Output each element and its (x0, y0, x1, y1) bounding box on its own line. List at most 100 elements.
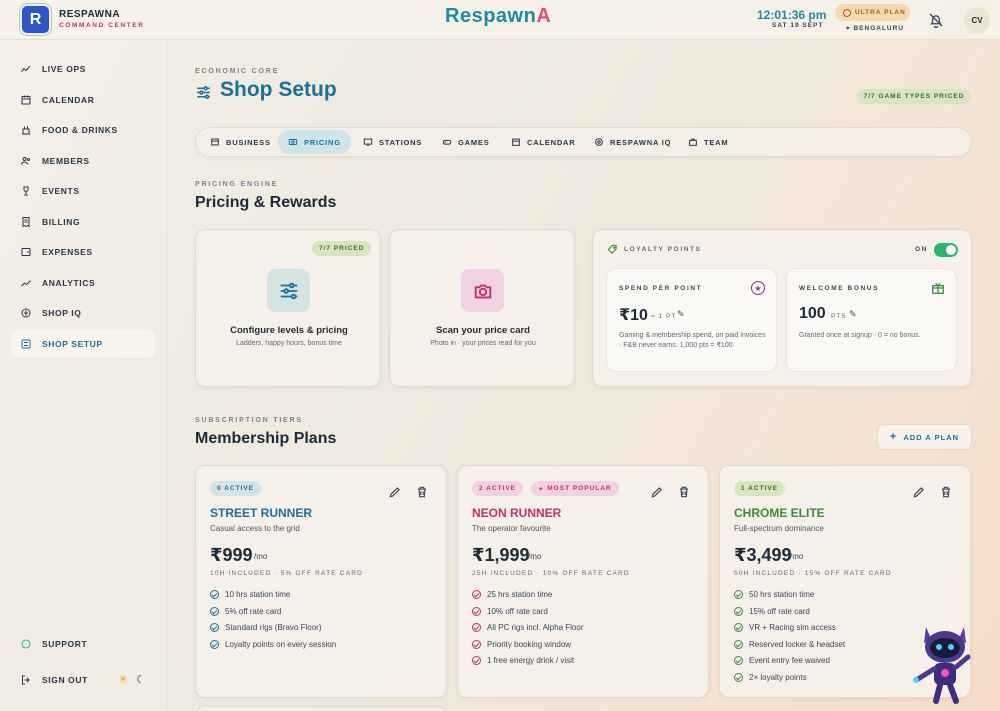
sidebar-sign-out[interactable]: SIGN OUT (11, 666, 111, 694)
trash-icon[interactable] (677, 485, 691, 499)
edit-pencil-icon[interactable]: ✎ (849, 309, 857, 320)
location: ⌖ BENGALURU (846, 25, 904, 32)
sidebar-item-members[interactable]: MEMBERS (11, 147, 155, 175)
add-plan-button[interactable]: + ADD A PLAN (877, 424, 972, 450)
levels-title: Configure levels & pricing (230, 325, 348, 336)
edit-icon[interactable] (650, 485, 664, 499)
plan-price: ₹999 (210, 545, 253, 565)
levels-badge: 7/7 PRICED (312, 241, 372, 256)
pulse-icon (21, 65, 31, 72)
plan-feature: 50 hrs station time (734, 590, 814, 599)
welcome-description: Granted once at signup · 0 = no bonus. (799, 332, 921, 339)
tab-stations[interactable]: STATIONS (353, 130, 432, 154)
plan-feature: 10% off rate card (472, 607, 548, 616)
sun-icon[interactable]: ☀ (118, 673, 128, 686)
plan-feature: 5% off rate card (210, 607, 281, 616)
plan-badge[interactable]: ULTRA PLAN (835, 4, 910, 21)
loyalty-label: LOYALTY POINTS (624, 246, 702, 253)
edit-icon[interactable] (388, 485, 402, 499)
gamepad-icon (442, 139, 452, 145)
check-icon (734, 607, 743, 616)
plan-tagline: The operator favourite (472, 524, 551, 533)
plan-icon (843, 8, 851, 17)
chart-icon (21, 280, 31, 287)
edit-icon[interactable] (912, 485, 926, 499)
check-icon (210, 623, 219, 632)
trash-icon[interactable] (415, 485, 429, 499)
sidebar-item-events[interactable]: EVENTS (11, 177, 155, 205)
plan-card-next (195, 706, 447, 711)
brand-subtitle: COMMAND CENTER (59, 22, 145, 29)
moon-icon[interactable]: ☾ (136, 673, 146, 686)
plan-included: 10H INCLUDED · 5% OFF RATE CARD (210, 570, 364, 577)
most-popular-badge: ✦ MOST POPULAR (531, 481, 619, 496)
brain-icon (21, 308, 31, 318)
active-count-badge: 1 ACTIVE (734, 481, 786, 496)
plan-feature: Event entry fee waived (734, 656, 830, 665)
check-icon (472, 623, 481, 632)
check-icon (734, 623, 743, 632)
welcome-value: 100 (799, 305, 826, 322)
game-types-badge: 7/7 GAME TYPES PRICED (857, 89, 971, 104)
sign-out-icon (22, 675, 30, 685)
plan-period: /mo (528, 552, 542, 561)
theme-toggle[interactable]: ☀ ☾ (118, 673, 146, 686)
tab-team[interactable]: TEAM (678, 130, 738, 154)
plus-icon: + (889, 431, 898, 443)
plan-tagline: Casual access to the grid (210, 524, 300, 533)
mascot-robot-cat[interactable] (910, 617, 980, 705)
tab-business[interactable]: BUSINESS (200, 130, 281, 154)
trash-icon[interactable] (939, 485, 953, 499)
check-icon (210, 607, 219, 616)
plan-feature: 1 free energy drink / visit (472, 656, 574, 665)
membership-eyebrow: SUBSCRIPTION TIERS (195, 417, 303, 424)
loyalty-toggle[interactable] (934, 243, 958, 257)
bell-off-icon[interactable] (927, 11, 945, 29)
check-icon (734, 656, 743, 665)
active-count-badge: 2 ACTIVE (472, 481, 524, 496)
scan-price-card[interactable]: Scan your price card Photo in · your pri… (389, 229, 575, 387)
camera-icon (461, 269, 504, 312)
calendar-icon (21, 95, 31, 105)
sidebar-item-shop-iq[interactable]: SHOP IQ (11, 299, 155, 327)
monitor-icon (363, 138, 373, 146)
brand-name: RESPAWNA (59, 9, 121, 20)
clock-time: 12:01:36 pm (757, 8, 827, 22)
sidebar-support[interactable]: SUPPORT (11, 630, 155, 658)
tab-games[interactable]: GAMES (432, 130, 500, 154)
star-icon: ★ (751, 281, 765, 295)
check-icon (734, 590, 743, 599)
plan-card-neon-runner: 2 ACTIVE ✦ MOST POPULAR NEON RUNNER The … (457, 465, 709, 698)
settings-tabbar: BUSINESS PRICING STATIONS GAMES CALENDAR… (195, 127, 972, 157)
gift-icon (932, 282, 944, 294)
loyalty-state: ON (915, 246, 928, 253)
sidebar-item-expenses[interactable]: EXPENSES (11, 238, 155, 266)
brand-logo[interactable]: R (20, 4, 51, 35)
tab-calendar[interactable]: CALENDAR (501, 130, 585, 154)
sidebar-item-food-drinks[interactable]: FOOD & DRINKS (11, 116, 155, 144)
configure-levels-card[interactable]: 7/7 PRICED Configure levels & pricing La… (195, 229, 381, 387)
sidebar-item-live-ops[interactable]: LIVE OPS (11, 55, 155, 83)
avatar[interactable]: CV (964, 7, 990, 33)
plan-feature: Standard rigs (Bravo Floor) (210, 623, 321, 632)
calendar-icon (512, 138, 520, 146)
page-title: Shop Setup (220, 78, 337, 101)
sliders-icon (267, 269, 310, 312)
sidebar-item-billing[interactable]: BILLING (11, 208, 155, 236)
sidebar-item-analytics[interactable]: ANALYTICS (11, 269, 155, 297)
scan-subtitle: Photo in · your prices read for you (430, 340, 536, 347)
wordmark-accent: A (536, 5, 552, 27)
sidebar-item-calendar[interactable]: CALENDAR (11, 86, 155, 114)
tab-pricing[interactable]: PRICING (278, 130, 351, 154)
wordmark-main: Respawn (445, 5, 537, 27)
wallet-icon (21, 248, 31, 256)
sidebar-item-shop-setup[interactable]: SHOP SETUP (11, 330, 155, 358)
sparkle-icon: ✦ (538, 485, 548, 493)
tag-icon (607, 244, 617, 254)
plan-period: /mo (254, 552, 268, 561)
edit-pencil-icon[interactable]: ✎ (677, 309, 685, 320)
sliders-icon (21, 339, 31, 349)
check-icon (210, 640, 219, 649)
tab-respawna-iq[interactable]: RESPAWNA IQ (584, 130, 681, 154)
plan-feature: Loyalty points on every session (210, 640, 336, 649)
